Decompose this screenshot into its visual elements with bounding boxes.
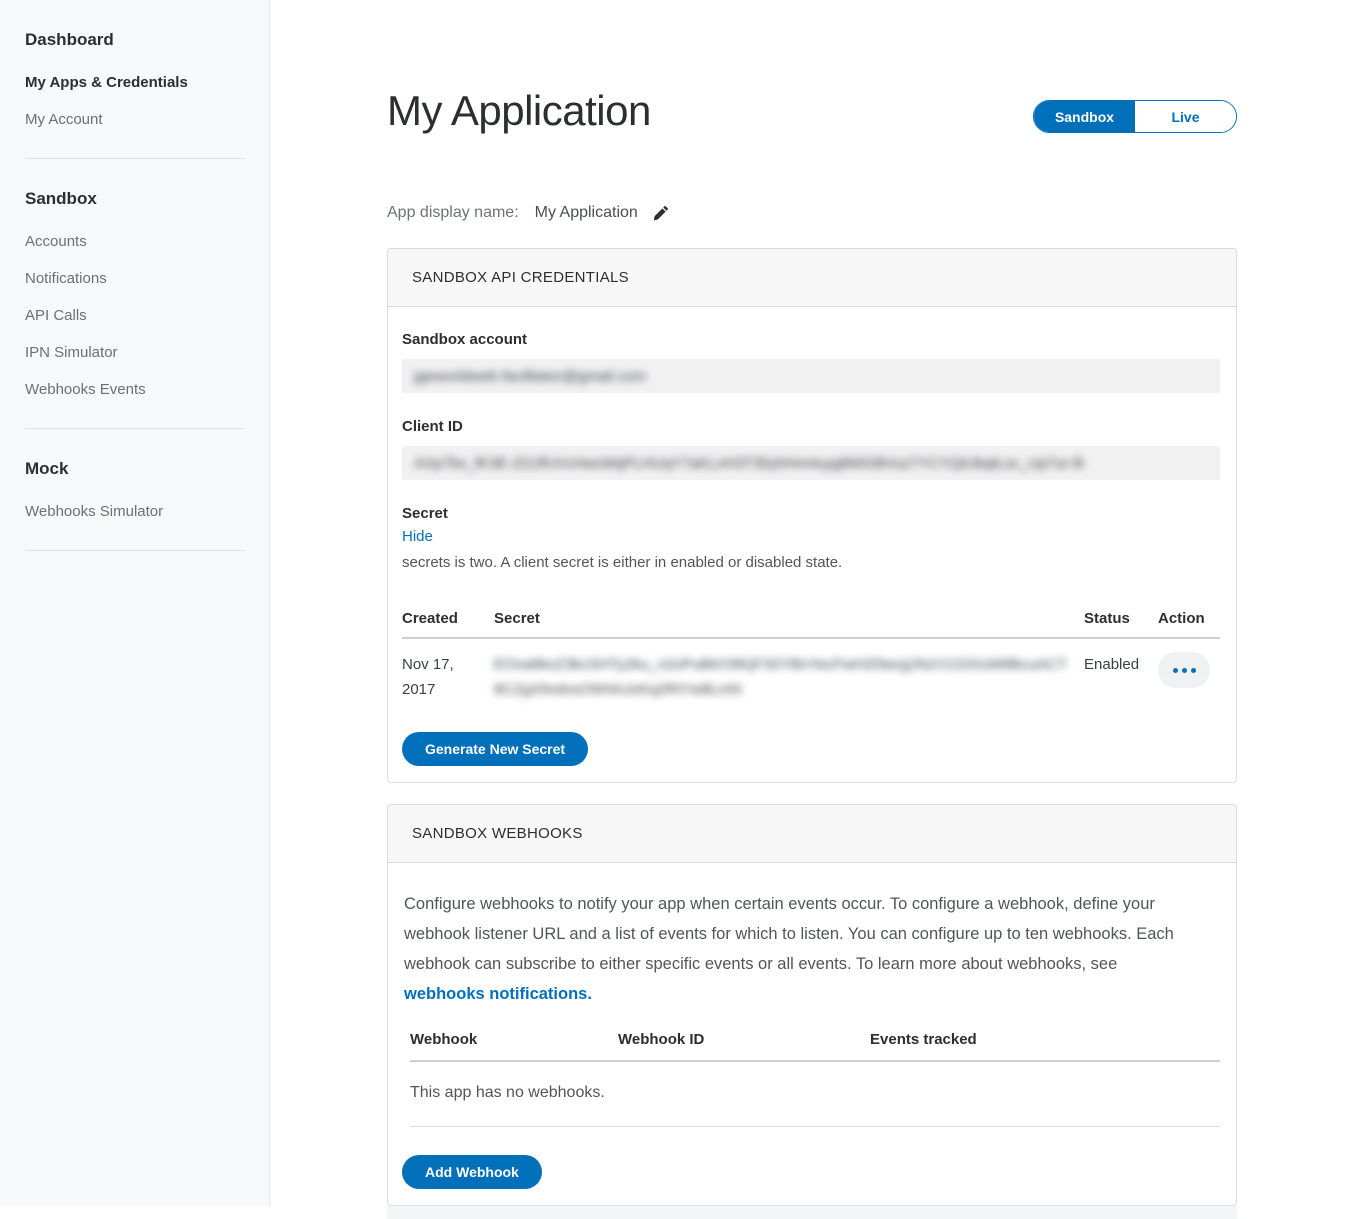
main-content: My Application Sandbox Live App display … xyxy=(271,0,1349,1219)
secret-value-redacted: EOvattkoZ3kcSHTy2ku_n2oPuBtrO9KjF3SYBnYe… xyxy=(494,652,1084,702)
app-display-name-label: App display name: xyxy=(387,204,519,222)
secrets-table: Created Secret Status Action Nov 17, 201… xyxy=(402,610,1220,702)
column-header-action: Action xyxy=(1158,610,1220,627)
client-id-label: Client ID xyxy=(402,418,1220,435)
sidebar-heading-sandbox: Sandbox xyxy=(25,189,245,209)
sidebar-item-webhooks-simulator[interactable]: Webhooks Simulator xyxy=(25,503,245,520)
secret-label: Secret xyxy=(402,505,1220,522)
page: Dashboard My Apps & Credentials My Accou… xyxy=(0,0,1349,1219)
title-row: My Application Sandbox Live xyxy=(387,88,1237,134)
webhooks-table-header: Webhook Webhook ID Events tracked xyxy=(410,1031,1220,1062)
client-id-field[interactable]: AXp7bx_fK3E-ZOJfUVcHwcMqPLHUqY7aKLxH3T35… xyxy=(402,446,1220,480)
sandbox-account-label: Sandbox account xyxy=(402,331,1220,348)
column-header-events-tracked: Events tracked xyxy=(870,1031,1220,1048)
sidebar-item-my-apps-credentials[interactable]: My Apps & Credentials xyxy=(25,74,245,91)
secrets-table-header: Created Secret Status Action xyxy=(402,610,1220,639)
secret-status: Enabled xyxy=(1084,652,1158,677)
webhooks-panel-title: SANDBOX WEBHOOKS xyxy=(388,805,1236,863)
sidebar-item-ipn-simulator[interactable]: IPN Simulator xyxy=(25,344,245,361)
ellipsis-icon xyxy=(1173,668,1196,673)
webhooks-notifications-link[interactable]: webhooks notifications. xyxy=(404,985,592,1003)
environment-toggle[interactable]: Sandbox Live xyxy=(1033,100,1237,133)
sidebar-heading-mock: Mock xyxy=(25,459,245,479)
add-webhook-button[interactable]: Add Webhook xyxy=(402,1155,542,1189)
sidebar-item-notifications[interactable]: Notifications xyxy=(25,270,245,287)
sidebar-heading-dashboard: Dashboard xyxy=(25,30,245,50)
column-header-status: Status xyxy=(1084,610,1158,627)
credentials-panel-title: SANDBOX API CREDENTIALS xyxy=(388,249,1236,307)
sidebar-divider xyxy=(25,550,245,551)
column-header-webhook-id: Webhook ID xyxy=(618,1031,870,1048)
webhooks-table: Webhook Webhook ID Events tracked This a… xyxy=(402,1031,1220,1127)
secret-table-row: Nov 17, 2017 EOvattkoZ3kcSHTy2ku_n2oPuBt… xyxy=(402,639,1220,702)
webhooks-description: Configure webhooks to notify your app wh… xyxy=(402,887,1220,1009)
footer-strip xyxy=(387,1206,1237,1219)
sandbox-webhooks-panel: SANDBOX WEBHOOKS Configure webhooks to n… xyxy=(387,804,1237,1206)
sandbox-toggle-button[interactable]: Sandbox xyxy=(1034,101,1135,132)
webhooks-empty-message: This app has no webhooks. xyxy=(410,1062,1220,1127)
app-display-name-row: App display name: My Application xyxy=(387,204,1237,222)
sidebar-item-webhooks-events[interactable]: Webhooks Events xyxy=(25,381,245,398)
live-toggle-button[interactable]: Live xyxy=(1135,101,1236,132)
sandbox-account-value-redacted: jgeworldweb-facilitator@gmail.com xyxy=(414,368,646,385)
generate-new-secret-button[interactable]: Generate New Secret xyxy=(402,732,588,766)
sandbox-account-field[interactable]: jgeworldweb-facilitator@gmail.com xyxy=(402,359,1220,393)
sidebar-divider xyxy=(25,158,245,159)
sidebar-item-my-account[interactable]: My Account xyxy=(25,111,245,128)
sidebar-item-accounts[interactable]: Accounts xyxy=(25,233,245,250)
secret-note-text: secrets is two. A client secret is eithe… xyxy=(402,552,1220,574)
sidebar-divider xyxy=(25,428,245,429)
client-id-value-redacted: AXp7bx_fK3E-ZOJfUVcHwcMqPLHUqY7aKLxH3T35… xyxy=(414,455,1084,472)
sidebar: Dashboard My Apps & Credentials My Accou… xyxy=(0,0,270,1206)
app-display-name-value: My Application xyxy=(535,204,638,222)
hide-secret-link[interactable]: Hide xyxy=(402,528,433,545)
column-header-created: Created xyxy=(402,610,494,627)
column-header-secret: Secret xyxy=(494,610,1084,627)
pencil-icon[interactable] xyxy=(652,205,669,222)
sidebar-item-api-calls[interactable]: API Calls xyxy=(25,307,245,324)
page-title: My Application xyxy=(387,88,651,134)
column-header-webhook: Webhook xyxy=(410,1031,618,1048)
sandbox-api-credentials-panel: SANDBOX API CREDENTIALS Sandbox account … xyxy=(387,248,1237,783)
secret-actions-button[interactable] xyxy=(1158,652,1210,688)
secret-created-date: Nov 17, 2017 xyxy=(402,652,494,702)
